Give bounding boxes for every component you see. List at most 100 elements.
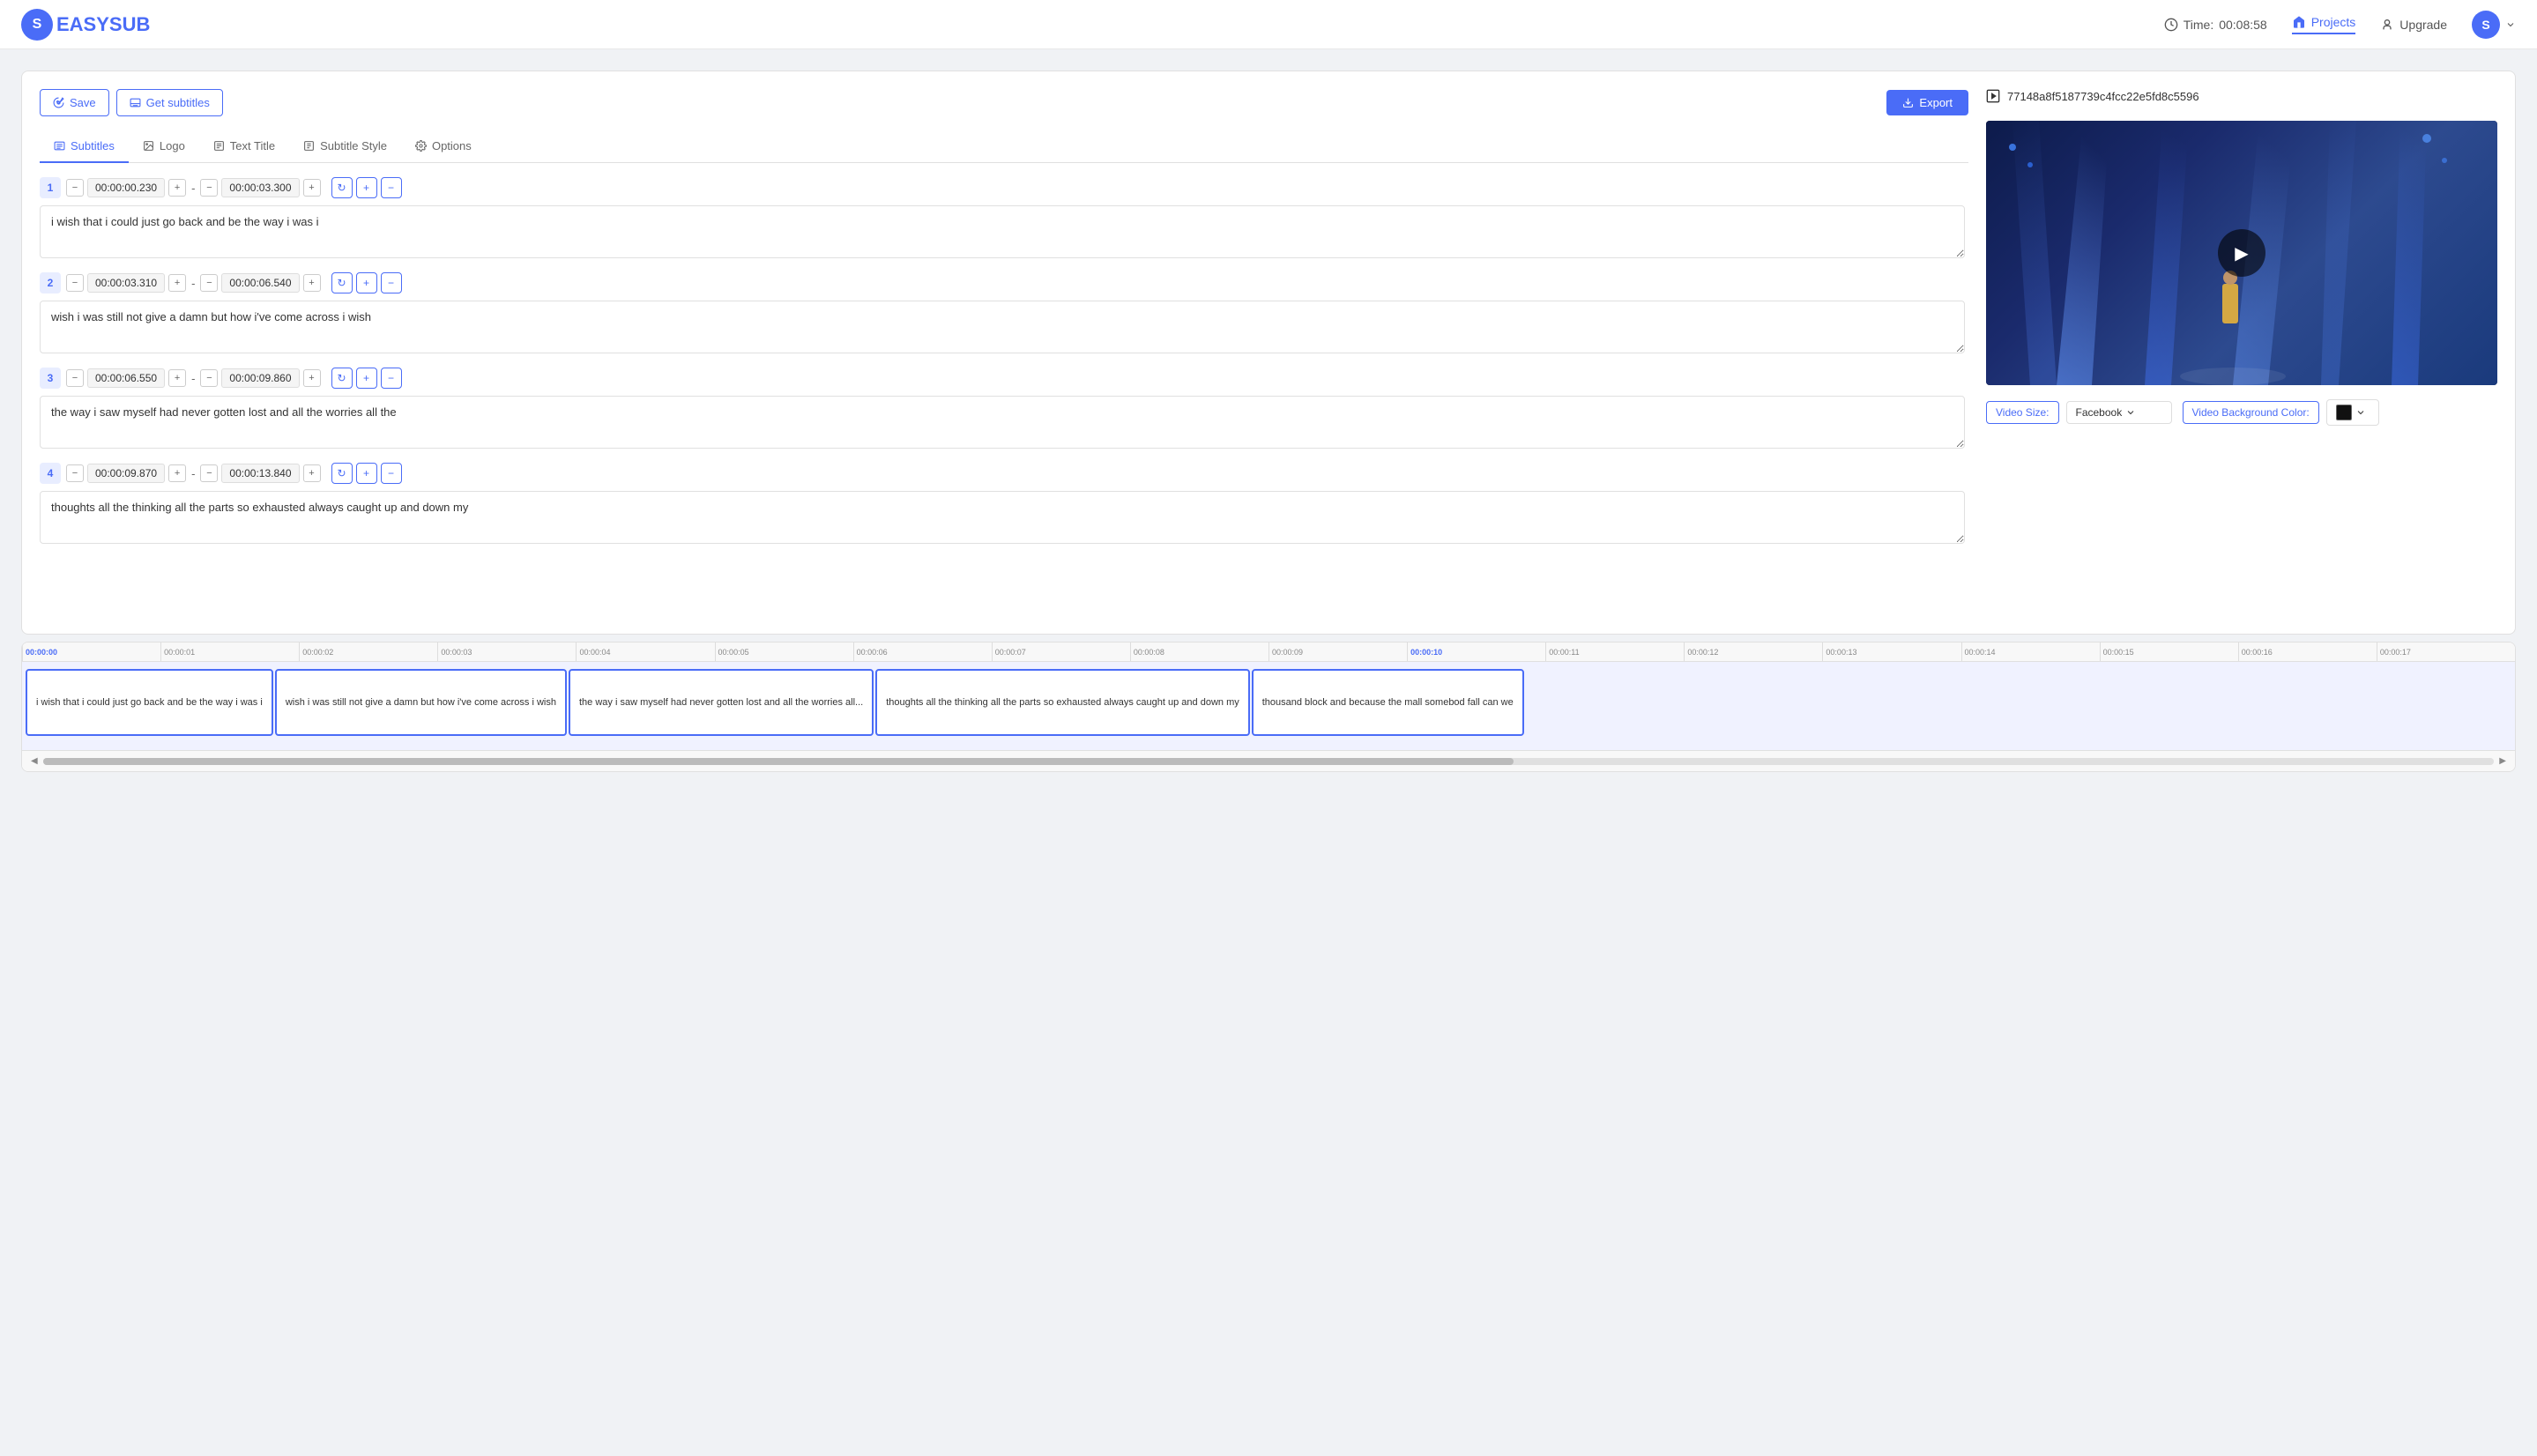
subtitle-text[interactable]: i wish that i could just go back and be … — [40, 205, 1965, 258]
refresh-btn[interactable]: ↻ — [331, 368, 353, 389]
track-block[interactable]: thoughts all the thinking all the parts … — [875, 669, 1250, 736]
start-decrease-btn[interactable]: − — [66, 179, 84, 197]
user-menu[interactable]: S — [2472, 11, 2516, 39]
remove-btn[interactable]: − — [381, 463, 402, 484]
header: S EASYSUB Time: 00:08:58 Projects Upgrad… — [0, 0, 2537, 49]
subtitle-style-tab-icon — [303, 140, 315, 152]
subtitle-text[interactable]: thoughts all the thinking all the parts … — [40, 491, 1965, 544]
scrollbar-track[interactable] — [43, 758, 2495, 765]
end-increase-btn[interactable]: + — [303, 179, 321, 197]
end-decrease-btn[interactable]: − — [200, 369, 218, 387]
gear-tab-icon — [415, 140, 427, 152]
save-button[interactable]: Save — [40, 89, 109, 116]
tab-logo[interactable]: Logo — [129, 130, 199, 163]
ruler-mark: 00:00:10 — [1407, 643, 1545, 662]
start-increase-btn[interactable]: + — [168, 274, 186, 292]
start-increase-btn[interactable]: + — [168, 369, 186, 387]
ruler-mark: 00:00:16 — [2238, 643, 2377, 662]
start-time-group: − 00:00:09.870 + — [66, 464, 186, 483]
end-decrease-btn[interactable]: − — [200, 464, 218, 482]
subtitle-time-row: 3 − 00:00:06.550 + - − 00:00:09.860 + ↻ … — [40, 368, 1965, 389]
subtitles-icon — [130, 97, 141, 108]
end-increase-btn[interactable]: + — [303, 274, 321, 292]
track-block[interactable]: wish i was still not give a damn but how… — [275, 669, 567, 736]
save-icon — [53, 97, 64, 108]
remove-btn[interactable]: − — [381, 177, 402, 198]
end-decrease-btn[interactable]: − — [200, 179, 218, 197]
start-time: 00:00:09.870 — [87, 464, 165, 483]
nav-projects[interactable]: Projects — [2292, 15, 2356, 34]
video-id: 77148a8f5187739c4fcc22e5fd8c5596 — [1986, 89, 2497, 103]
start-decrease-btn[interactable]: − — [66, 369, 84, 387]
action-buttons: ↻ + − — [331, 272, 402, 293]
subtitle-num: 1 — [40, 177, 61, 198]
remove-btn[interactable]: − — [381, 272, 402, 293]
subtitle-num: 4 — [40, 463, 61, 484]
remove-btn[interactable]: − — [381, 368, 402, 389]
tab-subtitle-style[interactable]: Subtitle Style — [289, 130, 401, 163]
subtitle-num: 2 — [40, 272, 61, 293]
time-separator: - — [191, 467, 195, 480]
left-panel: Save Get subtitles Export Subtitles — [40, 89, 1968, 616]
export-button[interactable]: Export — [1886, 90, 1968, 115]
nav-upgrade[interactable]: Upgrade — [2380, 18, 2447, 32]
ruler-mark: 00:00:12 — [1684, 643, 1822, 662]
tab-text-title[interactable]: Text Title — [199, 130, 289, 163]
start-decrease-btn[interactable]: − — [66, 464, 84, 482]
ruler-mark: 00:00:06 — [853, 643, 992, 662]
subtitle-row: 4 − 00:00:09.870 + - − 00:00:13.840 + ↻ … — [40, 463, 1965, 544]
track-block[interactable]: i wish that i could just go back and be … — [26, 669, 273, 736]
scroll-right-arrow[interactable]: ▶ — [2494, 754, 2511, 768]
time-separator: - — [191, 277, 195, 290]
refresh-btn[interactable]: ↻ — [331, 177, 353, 198]
start-increase-btn[interactable]: + — [168, 464, 186, 482]
scrollbar-thumb[interactable] — [43, 758, 1514, 765]
ruler-mark: 00:00:03 — [437, 643, 576, 662]
ruler-mark: 00:00:01 — [160, 643, 299, 662]
ruler-mark: 00:00:14 — [1961, 643, 2100, 662]
ruler-mark: 00:00:00 — [22, 643, 160, 662]
end-increase-btn[interactable]: + — [303, 369, 321, 387]
end-time: 00:00:13.840 — [221, 464, 299, 483]
ruler-mark: 00:00:13 — [1822, 643, 1960, 662]
add-btn[interactable]: + — [356, 368, 377, 389]
tab-subtitles[interactable]: Subtitles — [40, 130, 129, 163]
ruler-mark: 00:00:11 — [1545, 643, 1684, 662]
ruler-mark: 00:00:08 — [1130, 643, 1268, 662]
video-bg-color-label: Video Background Color: — [2183, 401, 2319, 424]
add-btn[interactable]: + — [356, 177, 377, 198]
add-btn[interactable]: + — [356, 463, 377, 484]
refresh-btn[interactable]: ↻ — [331, 463, 353, 484]
track-block[interactable]: thousand block and because the mall some… — [1252, 669, 1524, 736]
add-btn[interactable]: + — [356, 272, 377, 293]
subtitle-text[interactable]: the way i saw myself had never gotten lo… — [40, 396, 1965, 449]
ruler-mark: 00:00:17 — [2377, 643, 2515, 662]
ruler-mark: 00:00:09 — [1268, 643, 1407, 662]
action-buttons: ↻ + − — [331, 463, 402, 484]
end-increase-btn[interactable]: + — [303, 464, 321, 482]
video-size-select[interactable]: Facebook — [2066, 401, 2172, 424]
scroll-left-arrow[interactable]: ◀ — [26, 754, 43, 768]
timeline-section: 00:00:0000:00:0100:00:0200:00:0300:00:04… — [21, 642, 2516, 772]
tab-options[interactable]: Options — [401, 130, 486, 163]
track-block[interactable]: the way i saw myself had never gotten lo… — [569, 669, 874, 736]
start-decrease-btn[interactable]: − — [66, 274, 84, 292]
play-button[interactable]: ▶ — [2218, 229, 2265, 277]
end-time-group: − 00:00:13.840 + — [200, 464, 320, 483]
start-increase-btn[interactable]: + — [168, 179, 186, 197]
end-time-group: − 00:00:06.540 + — [200, 273, 320, 293]
logo[interactable]: S EASYSUB — [21, 9, 150, 41]
upgrade-label: Upgrade — [2399, 18, 2447, 32]
refresh-btn[interactable]: ↻ — [331, 272, 353, 293]
get-subtitles-button[interactable]: Get subtitles — [116, 89, 223, 116]
end-time-group: − 00:00:09.860 + — [200, 368, 320, 388]
timeline-scrollbar-row: ◀ ▶ — [22, 750, 2515, 771]
video-icon — [1986, 89, 2000, 103]
timeline-tracks[interactable]: i wish that i could just go back and be … — [22, 662, 2515, 750]
video-bg-color-select[interactable] — [2326, 399, 2379, 426]
action-buttons: ↻ + − — [331, 177, 402, 198]
logo-tab-icon — [143, 140, 154, 152]
avatar[interactable]: S — [2472, 11, 2500, 39]
subtitle-text[interactable]: wish i was still not give a damn but how… — [40, 301, 1965, 353]
end-decrease-btn[interactable]: − — [200, 274, 218, 292]
